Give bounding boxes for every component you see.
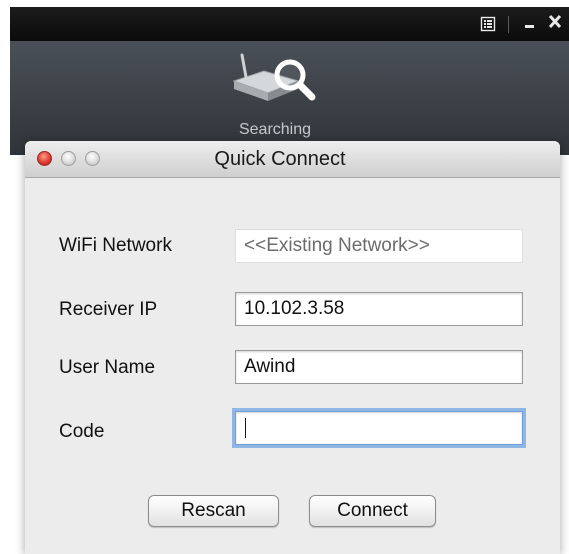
quick-connect-dialog: Quick Connect WiFi Network <<Existing Ne…	[25, 141, 560, 554]
app-titlebar	[10, 7, 569, 41]
connect-button[interactable]: Connect	[309, 495, 436, 527]
wifi-network-field[interactable]: <<Existing Network>>	[235, 229, 523, 263]
receiver-ip-label: Receiver IP	[59, 299, 158, 320]
dialog-titlebar: Quick Connect	[25, 141, 560, 178]
titlebar-separator	[508, 16, 509, 33]
receiver-ip-field[interactable]: 10.102.3.58	[235, 292, 523, 326]
code-field[interactable]	[235, 411, 523, 445]
text-caret	[245, 417, 246, 438]
zoom-button[interactable]	[85, 151, 100, 166]
close-icon[interactable]	[548, 14, 562, 34]
screen: Searching Quick Connect WiFi Network <<E…	[0, 0, 569, 554]
wifi-network-label: WiFi Network	[59, 235, 172, 256]
user-name-label: User Name	[59, 357, 156, 378]
searching-status-label: Searching	[238, 121, 312, 138]
receiver-search-icon[interactable]	[228, 51, 318, 115]
background-app-window: Searching	[10, 7, 569, 155]
user-name-field[interactable]: Awind	[235, 350, 523, 384]
app-toolbar: Searching	[10, 41, 569, 155]
rescan-button[interactable]: Rescan	[148, 495, 279, 527]
minimize-button[interactable]	[61, 151, 76, 166]
code-label: Code	[59, 421, 105, 442]
dialog-title: Quick Connect	[214, 148, 346, 170]
close-button[interactable]	[37, 151, 52, 166]
minimize-icon[interactable]	[523, 13, 537, 37]
list-menu-icon[interactable]	[480, 16, 496, 32]
